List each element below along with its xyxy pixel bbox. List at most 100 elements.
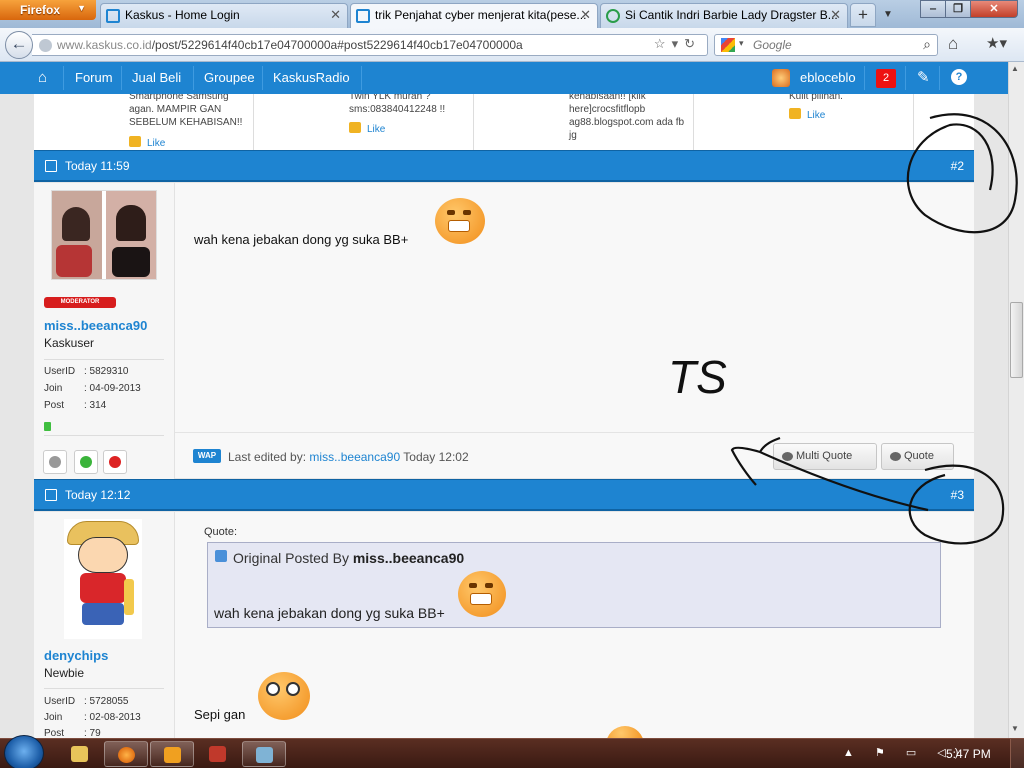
emoticon-eye (469, 583, 477, 588)
tab-title: Kaskus - Home Login (125, 8, 240, 22)
laughing-emoticon-icon (458, 571, 506, 617)
scroll-up-arrow-icon[interactable]: ▲ (1011, 64, 1019, 73)
quote-author[interactable]: miss..beeanca90 (353, 550, 464, 566)
pencil-icon[interactable]: ✎ (917, 68, 930, 86)
select-post-checkbox[interactable] (45, 489, 57, 501)
post-number-link[interactable]: #3 (951, 488, 964, 502)
add-friend-button[interactable] (74, 450, 98, 474)
taskbar-media-player[interactable] (150, 741, 194, 767)
related-thread-text: Kulit pilihan. (789, 94, 843, 102)
stat-key: Post (44, 728, 65, 738)
close-tab-icon[interactable]: ✕ (580, 7, 591, 23)
scrollbar-thumb[interactable] (1010, 302, 1023, 378)
user-name-link[interactable]: ebloceblo (800, 70, 856, 85)
post-username[interactable]: miss..beeanca90 (44, 318, 147, 333)
browser-titlebar: Firefox ▼ Kaskus - Home Login ✕ trik Penj… (0, 0, 1024, 29)
back-button[interactable]: ← (5, 31, 33, 59)
nav-divider (193, 66, 194, 90)
post-header: Today 11:59 #2 (34, 150, 974, 182)
related-thread-cell[interactable]: Smartphone Samsung agan. MAMPIR GAN SEBE… (34, 94, 254, 150)
edited-time: Today 12:02 (403, 450, 469, 464)
tab-si-cantik[interactable]: Si Cantik Indri Barbie Lady Dragster B..… (600, 3, 848, 28)
kaskus-home-icon[interactable]: ⌂ (38, 69, 47, 86)
nav-kaskusradio[interactable]: KaskusRadio (273, 70, 350, 85)
related-thread-text: Twin YLK murah ? sms:083840412248 !! (349, 94, 446, 115)
taskbar-clock[interactable]: 5:47 PM (946, 747, 991, 761)
search-bar[interactable]: ▾ Google ⌕ (714, 34, 938, 56)
post-text: Sepi gan (194, 707, 246, 722)
scroll-down-arrow-icon[interactable]: ▼ (1011, 724, 1019, 733)
chevron-down-icon[interactable]: ▾ (739, 38, 744, 49)
taskbar-app[interactable] (196, 741, 240, 767)
help-icon[interactable]: ? (951, 69, 967, 85)
show-desktop-button[interactable] (1010, 739, 1024, 768)
stat-key: Post (44, 400, 65, 411)
thumbs-up-icon (129, 136, 141, 147)
firefox-menu-button[interactable]: Firefox ▼ (0, 0, 96, 20)
report-button[interactable] (103, 450, 127, 474)
tab-trik-penjahat[interactable]: trik Penjahat cyber menjerat kita(pese..… (350, 3, 598, 29)
search-icon[interactable]: ⌕ (923, 36, 931, 53)
last-edited: Last edited by: miss..beeanca90 Today 12… (228, 450, 469, 464)
close-tab-icon[interactable]: ✕ (830, 7, 841, 23)
tab-title: trik Penjahat cyber menjerat kita(pese..… (375, 8, 587, 22)
list-all-tabs-icon[interactable]: ▼ (881, 5, 895, 25)
quote-button[interactable]: Quote (881, 443, 954, 470)
close-window-button[interactable]: ✕ (970, 0, 1018, 18)
post-username[interactable]: denychips (44, 648, 108, 663)
related-thread-cell[interactable]: Kulit pilihan. Like (694, 94, 914, 150)
ignore-user-button[interactable] (43, 450, 67, 474)
url-path: /post/5229614f40cb17e04700000a#post52296… (151, 38, 523, 52)
dropdown-arrow-icon: ▼ (77, 3, 86, 13)
like-button[interactable]: Like (349, 122, 385, 136)
new-tab-button[interactable]: + (850, 3, 876, 27)
like-button[interactable]: Like (789, 108, 825, 122)
post-text: wah kena jebakan dong yg suka BB+ (194, 232, 409, 247)
view-post-icon[interactable] (215, 550, 227, 562)
url-bar[interactable]: www.kaskus.co.id/post/5229614f40cb17e047… (32, 34, 708, 56)
alert-icon (109, 456, 121, 468)
edited-user-link[interactable]: miss..beeanca90 (309, 450, 400, 464)
close-tab-icon[interactable]: ✕ (330, 7, 341, 23)
multi-quote-button[interactable]: Multi Quote (773, 443, 877, 470)
thumbs-up-icon (349, 122, 361, 133)
nav-forum[interactable]: Forum (75, 70, 113, 85)
maximize-button[interactable]: ❐ (945, 0, 971, 18)
emoticon-mouth (448, 220, 470, 232)
app-icon (209, 746, 226, 762)
avatar-photo (56, 245, 92, 277)
nav-jual-beli[interactable]: Jual Beli (132, 70, 181, 85)
like-label: Like (807, 110, 826, 121)
select-post-checkbox[interactable] (45, 160, 57, 172)
vertical-scrollbar[interactable]: ▲ ▼ (1008, 62, 1024, 738)
tab-kaskus-home[interactable]: Kaskus - Home Login ✕ (100, 3, 348, 28)
character-shirt (80, 573, 126, 603)
taskbar-firefox[interactable] (104, 741, 148, 767)
like-button[interactable]: Like (129, 136, 165, 150)
post-number-link[interactable]: #2 (951, 159, 964, 173)
user-avatar[interactable] (51, 190, 157, 280)
start-button[interactable] (4, 735, 44, 768)
notification-badge[interactable]: 2 (876, 69, 896, 88)
emoticon-eye (463, 210, 471, 215)
related-thread-cell[interactable]: kehabisaan!! [klik here]crocsfitflopb ag… (474, 94, 694, 150)
bookmarks-menu-icon[interactable]: ★▾ (986, 34, 1007, 52)
post-time: Today 11:59 (65, 159, 130, 173)
search-placeholder: Google (753, 38, 792, 52)
user-avatar[interactable] (64, 519, 142, 639)
loading-spinner-icon (606, 9, 620, 23)
related-thread-cell[interactable]: Twin YLK murah ? sms:083840412248 !! Lik… (254, 94, 474, 150)
taskbar-explorer[interactable] (58, 741, 102, 767)
google-icon (721, 38, 735, 52)
home-icon[interactable]: ⌂ (948, 34, 958, 54)
taskbar-paint[interactable] (242, 741, 286, 767)
user-stat: Post: 79 (44, 728, 164, 738)
kaskus-favicon-icon (356, 9, 370, 23)
character-sash (124, 579, 134, 615)
minimize-button[interactable]: ‒ (920, 0, 946, 18)
online-status-icon (44, 422, 51, 431)
user-avatar[interactable] (772, 69, 790, 87)
nav-divider (121, 66, 122, 90)
nav-groupee[interactable]: Groupee (204, 70, 255, 85)
bookmark-star-icon[interactable]: ☆▾↻ (654, 36, 701, 52)
